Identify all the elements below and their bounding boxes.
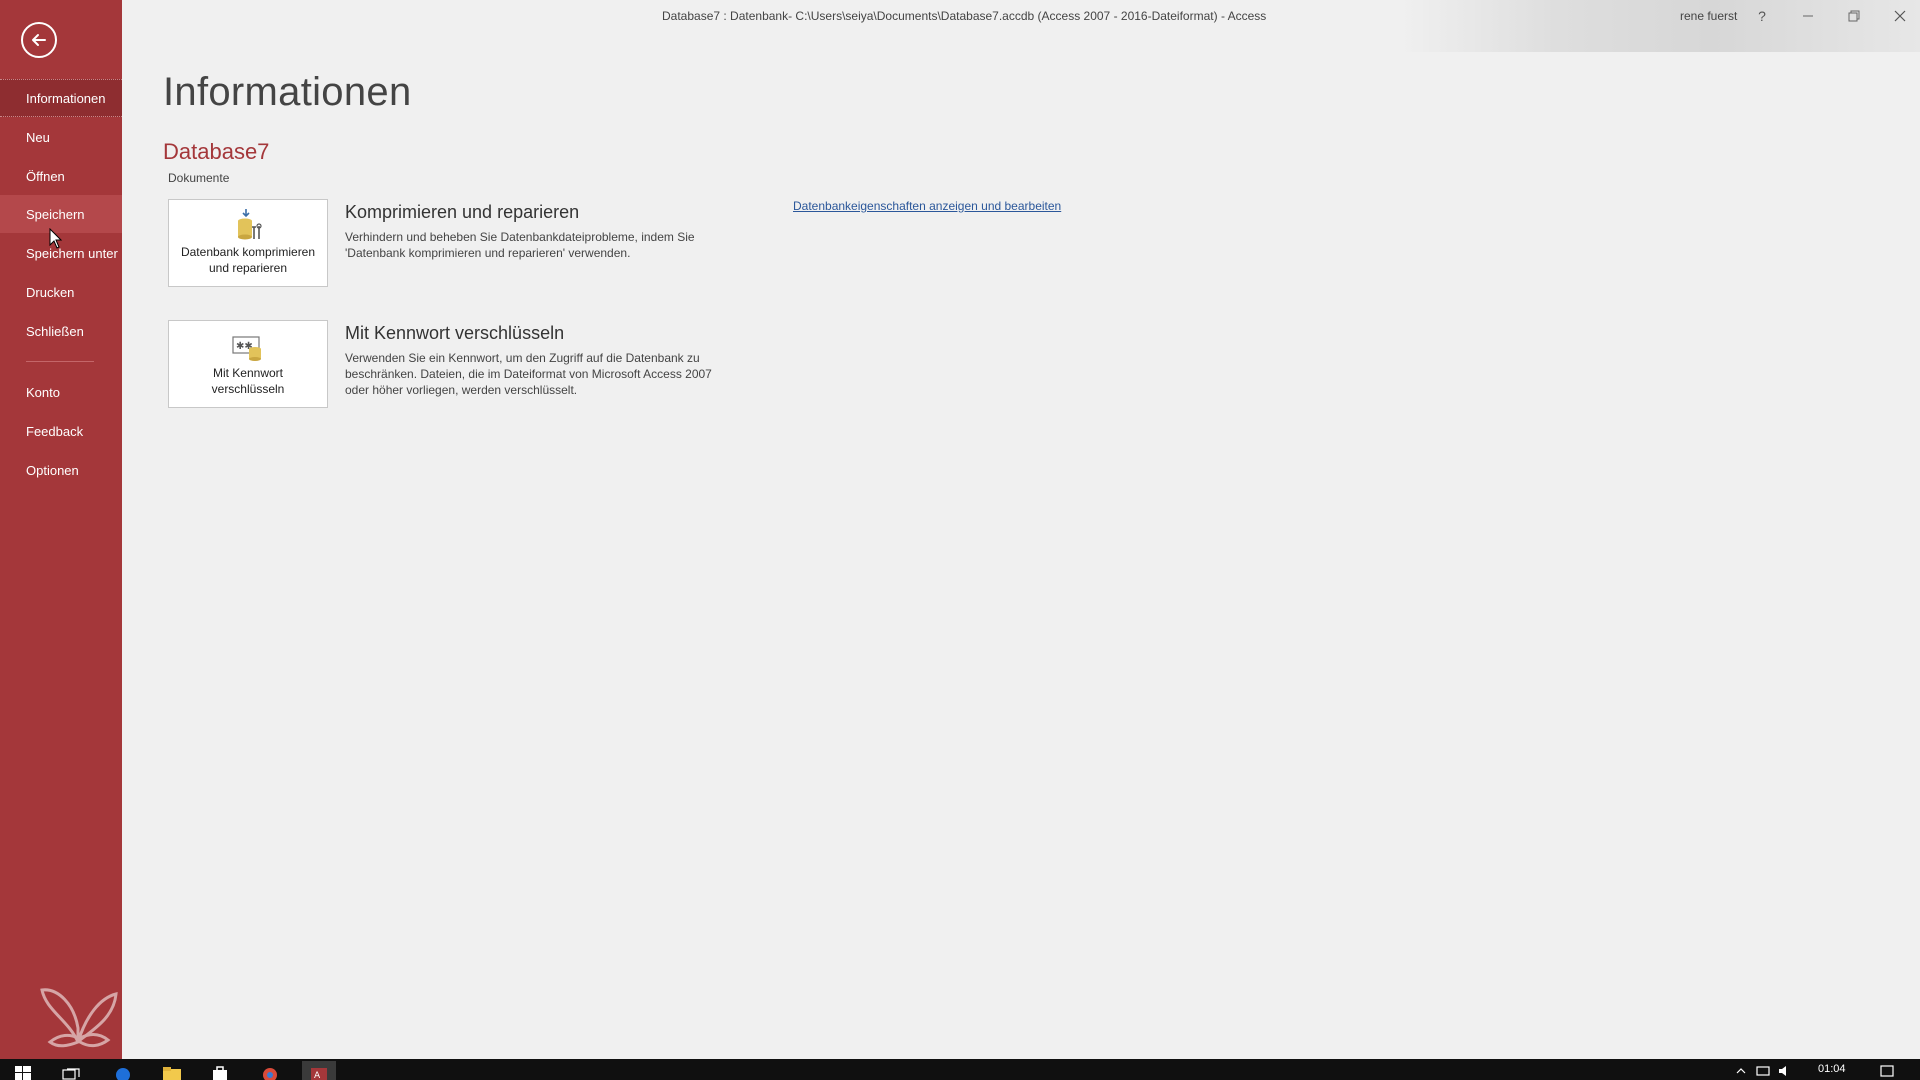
access-backstage-window: Informationen Neu Öffnen Speichern Speic… [0, 0, 1920, 1080]
info-page: Informationen Database7 Dokumente Datenb… [122, 34, 1920, 1059]
sidebar-divider [26, 361, 94, 362]
windows-start-button[interactable] [6, 1061, 40, 1080]
file-explorer-button[interactable] [155, 1061, 189, 1080]
compact-repair-tile-label: Datenbank komprimieren und reparieren [180, 245, 316, 275]
database-location[interactable]: Dokumente [168, 171, 229, 185]
sidebar-item-neu[interactable]: Neu [0, 118, 122, 156]
svg-text:A: A [314, 1071, 321, 1080]
help-button[interactable]: ? [1748, 4, 1776, 28]
sidebar-item-drucken[interactable]: Drucken [0, 273, 122, 311]
sidebar-item-schliessen[interactable]: Schließen [0, 312, 122, 350]
windows-start-icon [15, 1066, 31, 1080]
windows-taskbar: A 01:04 [0, 1059, 1920, 1080]
arrow-left-icon [32, 34, 46, 46]
database-name: Database7 [163, 139, 270, 164]
sidebar-item-oeffnen[interactable]: Öffnen [0, 157, 122, 195]
page-title: Informationen [163, 70, 412, 114]
sidebar-item-speichern[interactable]: Speichern [0, 195, 122, 233]
task-view-icon [62, 1068, 80, 1080]
restore-button[interactable] [1840, 4, 1868, 28]
window-title: Database7 : Datenbank- C:\Users\seiya\Do… [662, 9, 1267, 23]
close-icon [1894, 10, 1906, 22]
encrypt-password-icon: ✱✱ [232, 336, 261, 361]
notifications-icon[interactable] [1880, 1065, 1894, 1077]
encrypt-password-tile-label: Mit Kennwort verschlüsseln [211, 366, 285, 396]
encrypt-password-heading: Mit Kennwort verschlüsseln [345, 323, 565, 343]
chrome-button[interactable] [253, 1061, 287, 1080]
sidebar-item-feedback[interactable]: Feedback [0, 412, 122, 450]
edge-icon [116, 1068, 130, 1080]
file-explorer-icon [163, 1067, 181, 1080]
compact-repair-description: Verhindern und beheben Sie Datenbankdate… [345, 230, 695, 260]
sidebar-item-speichern-unter[interactable]: Speichern unter [0, 234, 122, 272]
database-properties-link[interactable]: Datenbankeigenschaften anzeigen und bear… [793, 199, 1061, 213]
compact-repair-button[interactable]: Datenbank komprimieren und reparieren [168, 199, 328, 287]
taskbar-clock[interactable]: 01:04 [1818, 1063, 1846, 1075]
title-bar: Database7 : Datenbank- C:\Users\seiya\Do… [122, 0, 1920, 52]
encrypt-password-description: Verwenden Sie ein Kennwort, um den Zugri… [345, 351, 712, 397]
compact-repair-icon [238, 209, 262, 240]
edge-button[interactable] [106, 1061, 140, 1080]
restore-icon [1848, 10, 1860, 22]
sidebar-item-informationen[interactable]: Informationen [0, 79, 122, 117]
volume-icon[interactable] [1778, 1065, 1792, 1077]
chrome-icon [263, 1068, 277, 1080]
butterfly-decoration-icon [40, 988, 118, 1048]
network-icon[interactable] [1756, 1065, 1770, 1077]
sidebar-item-optionen[interactable]: Optionen [0, 451, 122, 489]
store-button[interactable] [203, 1061, 237, 1080]
sidebar-item-konto[interactable]: Konto [0, 373, 122, 411]
minimize-icon [1803, 15, 1813, 17]
minimize-button[interactable] [1794, 4, 1822, 28]
compact-repair-heading: Komprimieren und reparieren [345, 202, 580, 222]
close-button[interactable] [1886, 4, 1914, 28]
access-icon: A [311, 1068, 327, 1080]
backstage-sidebar: Informationen Neu Öffnen Speichern Speic… [0, 0, 122, 1059]
signed-in-user[interactable]: rene fuerst [1680, 9, 1737, 23]
store-icon [213, 1066, 227, 1080]
encrypt-password-button[interactable]: ✱✱ Mit Kennwort verschlüsseln [168, 320, 328, 408]
back-button[interactable] [21, 22, 57, 58]
access-taskbar-button[interactable]: A [302, 1061, 336, 1080]
task-view-button[interactable] [54, 1061, 88, 1080]
chevron-up-icon[interactable] [1734, 1065, 1748, 1077]
